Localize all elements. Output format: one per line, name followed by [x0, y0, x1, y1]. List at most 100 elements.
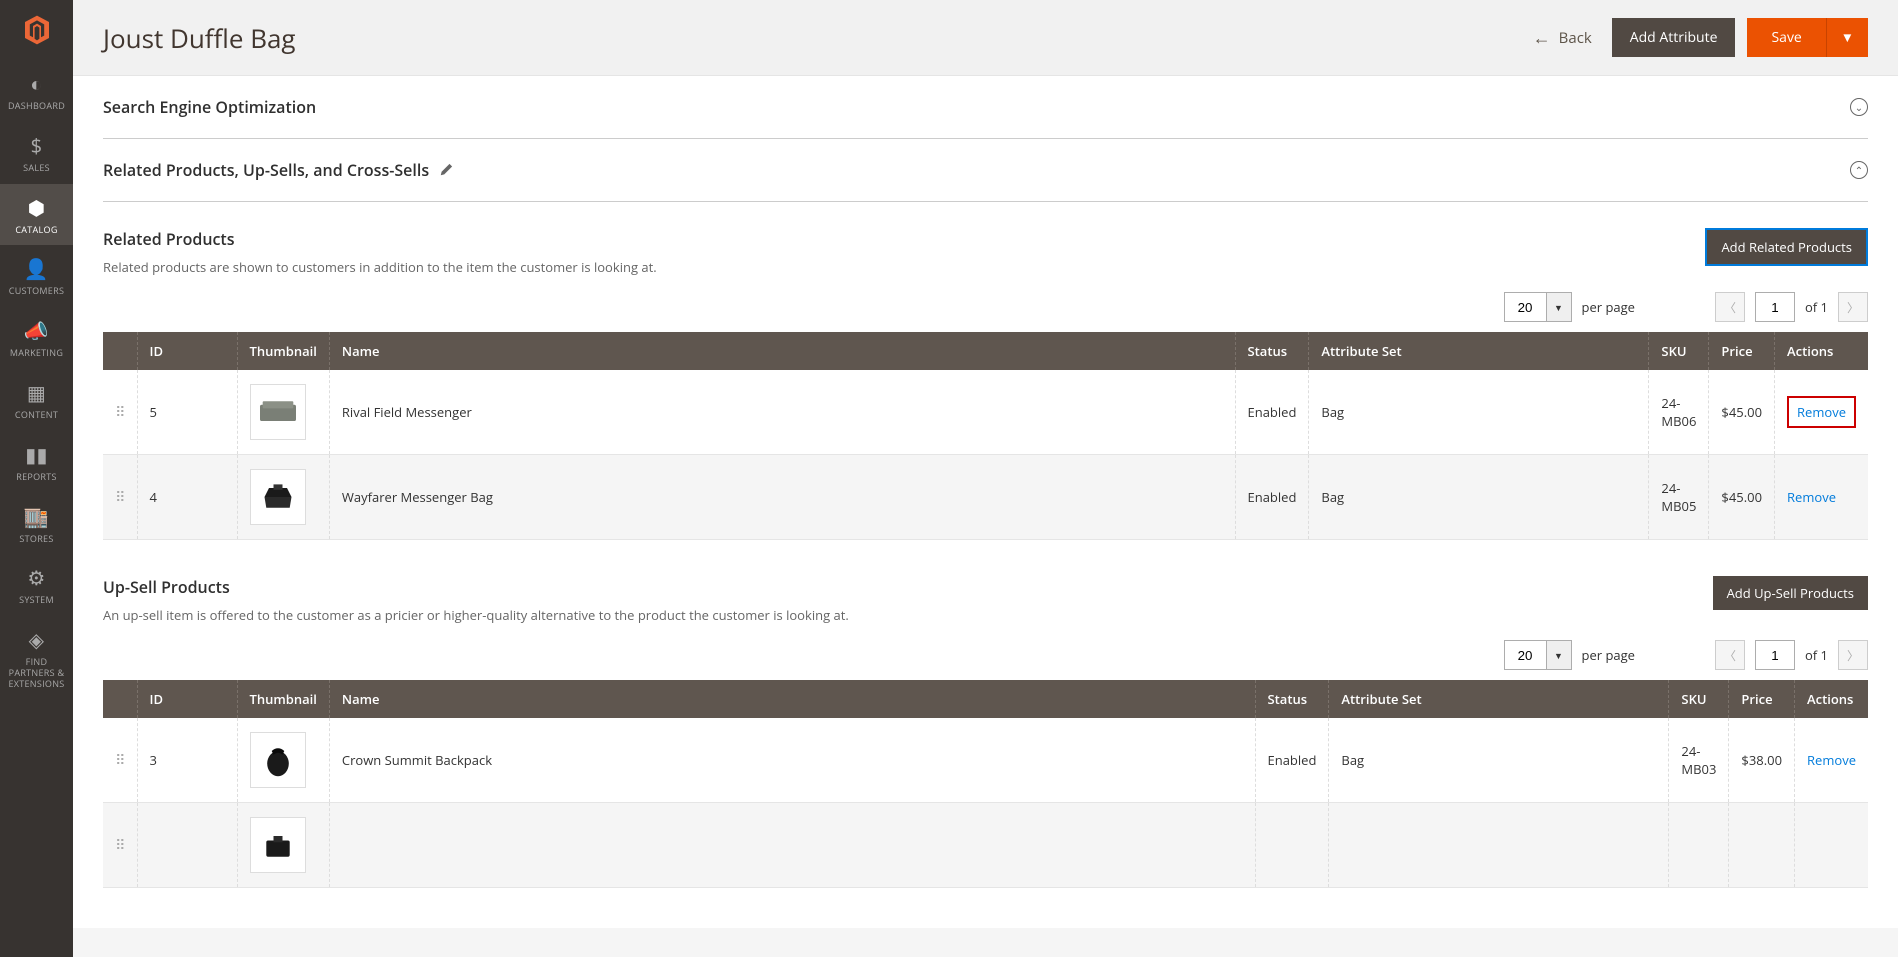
cell-status: Enabled — [1255, 718, 1329, 803]
upsell-page-size-select[interactable]: ▼ — [1504, 640, 1572, 670]
save-button-group: Save ▼ — [1747, 18, 1868, 57]
megaphone-icon: 📣 — [24, 317, 49, 344]
cell-attrset: Bag — [1309, 455, 1649, 540]
sidebar-item-partners[interactable]: ◈FIND PARTNERS & EXTENSIONS — [0, 616, 73, 699]
product-thumbnail[interactable] — [250, 817, 306, 873]
related-page-size-input[interactable] — [1504, 292, 1546, 322]
add-related-products-button[interactable]: Add Related Products — [1705, 228, 1868, 266]
upsell-pager: ▼ per page 〈 of 1 〉 — [103, 640, 1868, 670]
cell-price — [1729, 803, 1795, 888]
col-id[interactable]: ID — [137, 332, 237, 370]
cell-status — [1255, 803, 1329, 888]
caret-down-icon[interactable]: ▼ — [1546, 640, 1572, 670]
upsell-products-title: Up-Sell Products — [103, 576, 849, 598]
sidebar-item-customers[interactable]: 👤CUSTOMERS — [0, 245, 73, 307]
table-row: ⠿ 5 Rival Field Messenger Enabled Bag 24… — [103, 370, 1868, 455]
upsell-products-desc: An up-sell item is offered to the custom… — [103, 606, 849, 624]
drag-handle-icon[interactable]: ⠿ — [115, 751, 124, 770]
upsell-products-table: ID Thumbnail Name Status Attribute Set S… — [103, 680, 1868, 888]
cell-price: $45.00 — [1709, 455, 1775, 540]
related-products-subsection: Related Products Related products are sh… — [103, 202, 1868, 550]
related-products-table: ID Thumbnail Name Status Attribute Set S… — [103, 332, 1868, 540]
sidebar-item-system[interactable]: ⚙SYSTEM — [0, 554, 73, 616]
sidebar-item-sales[interactable]: $SALES — [0, 122, 73, 184]
upsell-page-of: of 1 — [1805, 646, 1828, 664]
sidebar-item-stores[interactable]: 🏬STORES — [0, 493, 73, 555]
col-id[interactable]: ID — [137, 680, 237, 718]
header-actions: ←Back Add Attribute Save ▼ — [1525, 18, 1868, 57]
cell-sku: 24-MB03 — [1669, 718, 1729, 803]
col-thumbnail[interactable]: Thumbnail — [237, 680, 329, 718]
cell-price: $38.00 — [1729, 718, 1795, 803]
table-row: ⠿ 4 Wayfarer Messenger Bag Enabled Bag 2… — [103, 455, 1868, 540]
related-products-desc: Related products are shown to customers … — [103, 258, 657, 276]
save-dropdown-button[interactable]: ▼ — [1826, 18, 1868, 57]
col-name[interactable]: Name — [329, 332, 1235, 370]
sidebar-item-marketing[interactable]: 📣MARKETING — [0, 307, 73, 369]
cell-id: 5 — [137, 370, 237, 455]
remove-link[interactable]: Remove — [1787, 396, 1856, 428]
save-button[interactable]: Save — [1747, 18, 1825, 57]
col-status[interactable]: Status — [1255, 680, 1329, 718]
drag-handle-icon[interactable]: ⠿ — [115, 836, 124, 855]
partners-icon: ◈ — [29, 626, 45, 653]
upsell-page-input[interactable] — [1755, 640, 1795, 670]
sidebar-item-reports[interactable]: ▮▮REPORTS — [0, 431, 73, 493]
cube-icon: ⬢ — [28, 194, 46, 221]
section-related[interactable]: Related Products, Up-Sells, and Cross-Se… — [103, 139, 1868, 202]
upsell-prev-page[interactable]: 〈 — [1715, 640, 1745, 670]
cell-status: Enabled — [1235, 455, 1309, 540]
product-thumbnail[interactable] — [250, 469, 306, 525]
col-price[interactable]: Price — [1709, 332, 1775, 370]
col-sku[interactable]: SKU — [1649, 332, 1709, 370]
upsell-next-page[interactable]: 〉 — [1838, 640, 1868, 670]
col-attrset[interactable]: Attribute Set — [1309, 332, 1649, 370]
section-related-title: Related Products, Up-Sells, and Cross-Se… — [103, 159, 429, 181]
expand-icon[interactable]: ⌃ — [1850, 161, 1868, 179]
sidebar-item-content[interactable]: ▦CONTENT — [0, 369, 73, 431]
section-seo-title: Search Engine Optimization — [103, 96, 316, 118]
related-page-size-select[interactable]: ▼ — [1504, 292, 1572, 322]
remove-link[interactable]: Remove — [1787, 488, 1836, 506]
sidebar-item-dashboard[interactable]: ◐DASHBOARD — [0, 60, 73, 122]
sidebar-item-catalog[interactable]: ⬢CATALOG — [0, 184, 73, 246]
col-actions[interactable]: Actions — [1795, 680, 1868, 718]
cell-sku — [1669, 803, 1729, 888]
col-attrset[interactable]: Attribute Set — [1329, 680, 1669, 718]
dollar-icon: $ — [31, 132, 43, 159]
drag-handle-icon[interactable]: ⠿ — [115, 488, 124, 507]
related-prev-page[interactable]: 〈 — [1715, 292, 1745, 322]
remove-link[interactable]: Remove — [1807, 751, 1856, 769]
col-name[interactable]: Name — [329, 680, 1255, 718]
cell-status: Enabled — [1235, 370, 1309, 455]
product-thumbnail[interactable] — [250, 732, 306, 788]
cell-sku: 24-MB06 — [1649, 370, 1709, 455]
col-actions[interactable]: Actions — [1775, 332, 1868, 370]
cell-name — [329, 803, 1255, 888]
upsell-page-size-input[interactable] — [1504, 640, 1546, 670]
back-button[interactable]: ←Back — [1525, 20, 1600, 56]
bars-icon: ▮▮ — [25, 441, 48, 468]
col-price[interactable]: Price — [1729, 680, 1795, 718]
arrow-left-icon: ← — [1533, 26, 1551, 50]
add-upsell-products-button[interactable]: Add Up-Sell Products — [1713, 576, 1868, 610]
related-next-page[interactable]: 〉 — [1838, 292, 1868, 322]
add-attribute-button[interactable]: Add Attribute — [1612, 18, 1736, 57]
product-thumbnail[interactable] — [250, 384, 306, 440]
col-status[interactable]: Status — [1235, 332, 1309, 370]
section-seo[interactable]: Search Engine Optimization ⌄ — [103, 76, 1868, 139]
related-page-input[interactable] — [1755, 292, 1795, 322]
col-sku[interactable]: SKU — [1669, 680, 1729, 718]
col-thumbnail[interactable]: Thumbnail — [237, 332, 329, 370]
page-header: Joust Duffle Bag ←Back Add Attribute Sav… — [73, 0, 1898, 76]
gear-icon: ⚙ — [27, 564, 45, 591]
page-title: Joust Duffle Bag — [103, 20, 296, 56]
magento-logo[interactable] — [0, 0, 73, 60]
caret-down-icon[interactable]: ▼ — [1546, 292, 1572, 322]
cell-name: Wayfarer Messenger Bag — [329, 455, 1235, 540]
collapse-icon[interactable]: ⌄ — [1850, 98, 1868, 116]
cell-id: 3 — [137, 718, 237, 803]
per-page-label: per page — [1582, 298, 1635, 316]
drag-handle-icon[interactable]: ⠿ — [115, 403, 124, 422]
table-row: ⠿ 3 Crown Summit Backpack Enabled Bag 24… — [103, 718, 1868, 803]
